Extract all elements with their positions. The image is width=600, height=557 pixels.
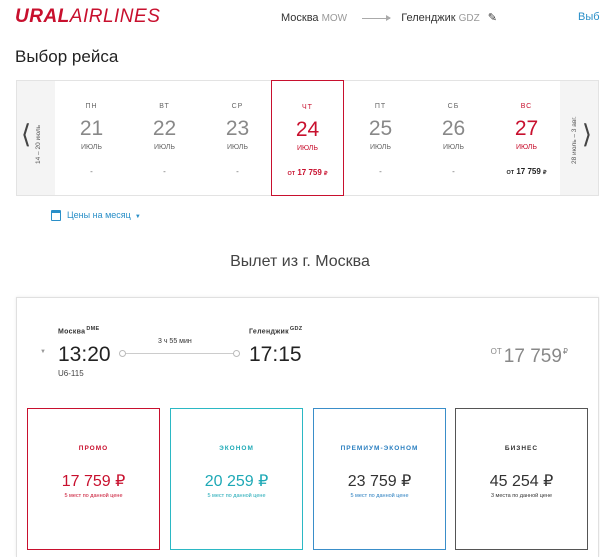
date-cell-23[interactable]: СР 23 ИЮЛЬ -	[201, 81, 274, 195]
fare-price: 45 254 ₽	[489, 473, 554, 490]
day-price: -	[163, 167, 166, 176]
fare-seats-note: 5 мест по данной цене	[350, 493, 409, 499]
fare-premium-econom[interactable]: ПРЕМИУМ-ЭКОНОМ 23 759 ₽ 5 мест по данной…	[313, 408, 446, 550]
fare-name: ПРЕМИУМ-ЭКОНОМ	[340, 445, 419, 452]
header-select-link[interactable]: Выб	[578, 11, 600, 23]
day-number: 26	[441, 117, 466, 140]
day-of-week: ЧТ	[302, 104, 313, 111]
fare-name: ЭКОНОМ	[219, 445, 254, 452]
route-summary[interactable]: Москва MOW Геленджик GDZ ✎	[281, 11, 497, 24]
day-price: ОТ 17 759 ₽	[506, 167, 547, 176]
day-month: ИЮЛЬ	[154, 144, 175, 151]
day-of-week: ПТ	[374, 103, 387, 110]
prev-week-button[interactable]: ⟨ 14 – 20 июль	[17, 81, 55, 195]
ural-airlines-logo[interactable]: URALAIRLINES	[15, 6, 160, 28]
caret-down-icon: ▼	[134, 214, 141, 220]
timeline-start-dot	[119, 350, 126, 357]
departure-city: МоскваDME	[58, 326, 100, 336]
fare-econom[interactable]: ЭКОНОМ 20 259 ₽ 5 мест по данной цене	[170, 408, 303, 550]
arrival-city: ГеленджикGDZ	[249, 326, 303, 336]
expand-details-icon[interactable]: ▼	[40, 349, 46, 355]
day-price: -	[452, 167, 455, 176]
day-of-week: ВС	[520, 103, 533, 110]
day-of-week: ВТ	[159, 103, 170, 110]
fare-business[interactable]: БИЗНЕС 45 254 ₽ 3 места по данной цене	[455, 408, 588, 550]
date-selector: ⟨ 14 – 20 июль ПН 21 ИЮЛЬ - ВТ 22 ИЮЛЬ -…	[16, 80, 599, 196]
next-week-range: 28 июль – 3 авг.	[571, 116, 578, 164]
calendar-icon	[51, 210, 61, 222]
day-price: -	[236, 167, 239, 176]
day-number: 24	[295, 118, 320, 141]
next-week-button[interactable]: 28 июль – 3 авг. ⟩	[560, 81, 598, 195]
fare-price: 17 759 ₽	[61, 473, 126, 490]
fare-name: ПРОМО	[78, 445, 109, 452]
fare-seats-note: 5 мест по данной цене	[207, 493, 266, 499]
day-price: -	[379, 167, 382, 176]
departure-time: 13:20	[58, 343, 111, 366]
flight-number: U6-115	[58, 369, 84, 378]
origin-code: MOW	[321, 13, 348, 24]
day-price: ОТ 17 759 ₽	[287, 168, 328, 177]
fare-promo[interactable]: ПРОМО 17 759 ₽ 5 мест по данной цене	[27, 408, 160, 550]
day-number: 21	[79, 117, 104, 140]
flight-card: МоскваDME ГеленджикGDZ ▼ 13:20 17:15 3 ч…	[16, 297, 599, 557]
fare-price: 23 759 ₽	[347, 473, 412, 490]
destination-code: GDZ	[458, 13, 480, 24]
fare-price: 20 259 ₽	[204, 473, 269, 490]
arrival-time: 17:15	[249, 343, 302, 366]
day-of-week: СР	[231, 103, 244, 110]
day-month: ИЮЛЬ	[227, 144, 248, 151]
flight-duration: 3 ч 55 мин	[158, 338, 192, 345]
origin-city: Москва	[281, 12, 319, 24]
day-of-week: СБ	[447, 103, 460, 110]
page-title: Выбор рейса	[15, 47, 119, 66]
day-number: 22	[152, 117, 177, 140]
month-prices-label: Цены на месяц	[67, 210, 131, 220]
day-price: -	[90, 167, 93, 176]
date-cell-26[interactable]: СБ 26 ИЮЛЬ -	[417, 81, 490, 195]
fare-name: БИЗНЕС	[504, 445, 539, 452]
day-month: ИЮЛЬ	[516, 144, 537, 151]
month-prices-dropdown[interactable]: Цены на месяц ▼	[51, 210, 141, 222]
top-header: URALAIRLINES Москва MOW Геленджик GDZ ✎ Вы…	[0, 0, 600, 36]
day-month: ИЮЛЬ	[297, 145, 318, 152]
prev-week-range: 14 – 20 июль	[35, 124, 42, 164]
chevron-right-icon: ⟩	[581, 119, 592, 149]
day-month: ИЮЛЬ	[370, 144, 391, 151]
from-price: ОТ 17 759₽	[490, 346, 568, 367]
day-number: 27	[514, 117, 539, 140]
edit-route-pencil-icon[interactable]: ✎	[488, 11, 497, 24]
day-month: ИЮЛЬ	[81, 144, 102, 151]
day-number: 25	[368, 117, 393, 140]
fare-seats-note: 3 места по данной цене	[490, 493, 553, 499]
departure-heading: Вылет из г. Москва	[230, 253, 370, 270]
flight-timeline	[119, 350, 240, 357]
destination-city: Геленджик	[401, 12, 456, 24]
date-cell-27[interactable]: ВС 27 ИЮЛЬ ОТ 17 759 ₽	[490, 81, 563, 195]
fare-seats-note: 5 мест по данной цене	[64, 493, 123, 499]
timeline-end-dot	[233, 350, 240, 357]
day-number: 23	[225, 117, 250, 140]
date-cell-24-selected[interactable]: ЧТ 24 ИЮЛЬ ОТ 17 759 ₽	[271, 80, 344, 196]
date-cell-21[interactable]: ПН 21 ИЮЛЬ -	[55, 81, 128, 195]
route-arrow-icon	[362, 14, 392, 21]
chevron-left-icon: ⟨	[21, 119, 32, 149]
day-month: ИЮЛЬ	[443, 144, 464, 151]
day-of-week: ПН	[85, 103, 98, 110]
date-cell-25[interactable]: ПТ 25 ИЮЛЬ -	[344, 81, 417, 195]
date-cell-22[interactable]: ВТ 22 ИЮЛЬ -	[128, 81, 201, 195]
